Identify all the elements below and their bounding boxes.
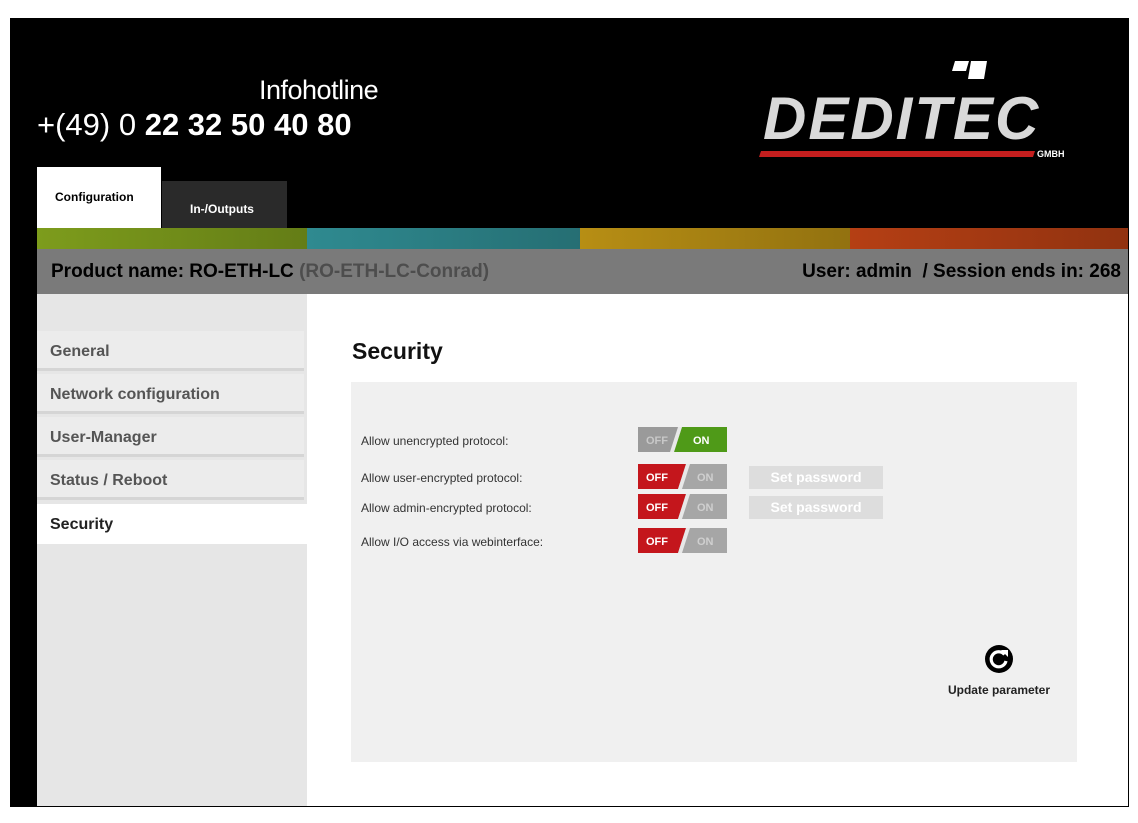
hotline-label: Infohotline [259,75,379,105]
toggle-user-encrypted[interactable]: OFF ON [638,464,727,489]
hotline-digits: 22 32 50 40 80 [144,107,352,142]
sidebar-item-security[interactable]: Security [37,504,308,544]
hotline-prefix: +(49) 0 [37,107,145,142]
stripe-gold [580,228,850,249]
update-parameter-button[interactable]: Update parameter [939,644,1059,697]
stripe-red [850,228,1128,249]
sidebar-item-status-reboot[interactable]: Status / Reboot [37,460,304,500]
setting-label: Allow unencrypted protocol: [361,434,509,448]
toggle-off-label: OFF [646,435,668,447]
product-bar: Product name: RO-ETH-LC (RO-ETH-LC-Conra… [37,249,1128,294]
main-content: Security Allow unencrypted protocol: OFF… [307,294,1128,806]
page-title: Security [352,338,443,364]
deditec-logo: DEDITEC GMBH [759,61,1065,159]
browser-frame: Infohotline +(49) 0 22 32 50 40 80 DEDIT… [10,18,1129,807]
svg-text:DEDITEC: DEDITEC [763,85,1040,152]
toggle-io-access[interactable]: OFF ON [638,528,727,553]
update-parameter-label: Update parameter [947,683,1051,697]
setting-label: Allow user-encrypted protocol: [361,471,523,485]
tab-configuration[interactable]: Configuration [37,167,161,228]
sidebar-item-user-manager[interactable]: User-Manager [37,417,304,457]
toggle-unencrypted[interactable]: OFF ON [638,427,727,452]
session-info: User: admin / Session ends in: 268 [802,261,1121,282]
refresh-icon [985,645,1013,673]
toggle-off-label: OFF [646,536,668,548]
toggle-on-label: ON [693,435,710,447]
page: Infohotline +(49) 0 22 32 50 40 80 DEDIT… [37,19,1128,806]
toggle-on-label: ON [697,472,714,484]
toggle-on-label: ON [697,536,714,548]
stripe-green [37,228,307,249]
product-name: Product name: RO-ETH-LC (RO-ETH-LC-Conra… [51,261,489,283]
sidebar-item-general[interactable]: General [37,331,304,371]
color-stripe [37,228,1128,249]
svg-text:GMBH: GMBH [1037,149,1065,159]
toggle-off-label: OFF [646,502,668,514]
set-password-button-user[interactable]: Set password [749,466,883,489]
toggle-off-label: OFF [646,472,668,484]
set-password-button-admin[interactable]: Set password [749,496,883,519]
setting-label: Allow I/O access via webinterface: [361,535,544,549]
product-name-label: Product name: RO-ETH-LC [51,261,294,282]
toggle-admin-encrypted[interactable]: OFF ON [638,494,727,519]
hotline-number: +(49) 0 22 32 50 40 80 [37,107,352,143]
settings-panel: Allow unencrypted protocol: OFF ON Allow… [351,382,1077,762]
product-name-sub: (RO-ETH-LC-Conrad) [299,261,490,282]
setting-label: Allow admin-encrypted protocol: [361,501,532,515]
sidebar-item-network-configuration[interactable]: Network configuration [37,374,304,414]
stripe-teal [307,228,580,249]
sidebar: General Network configuration User-Manag… [37,294,308,806]
tab-in-outputs[interactable]: In-/Outputs [162,181,287,228]
toggle-on-label: ON [697,502,714,514]
